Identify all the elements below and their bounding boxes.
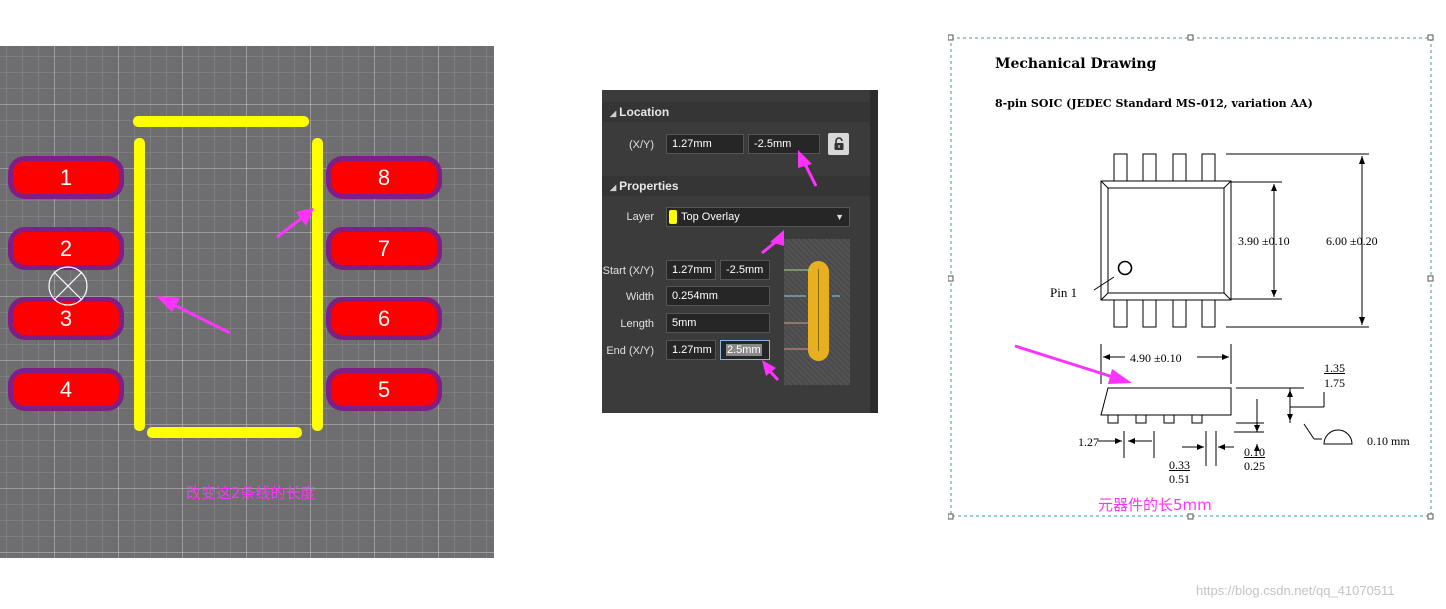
dim-pitch: 1.27 <box>1078 435 1099 449</box>
pcb-footprint-canvas[interactable]: 1 2 3 4 8 7 6 5 改变这2条线的长度 <box>0 46 494 558</box>
watermark: https://blog.csdn.net/qq_41070511 <box>1196 583 1395 598</box>
dim-height-min: 1.35 <box>1324 361 1345 375</box>
dim-standoff-max: 0.25 <box>1244 459 1265 473</box>
annotation-note: 改变这2条线的长度 <box>186 484 316 502</box>
drawing-title: Mechanical Drawing <box>995 56 1157 72</box>
mechanical-drawing[interactable]: Mechanical Drawing 8-pin SOIC (JEDEC Sta… <box>948 34 1436 520</box>
dim-lead-width-max: 0.51 <box>1169 472 1190 486</box>
dim-lead-width-min: 0.33 <box>1169 458 1190 472</box>
dim-body-width: 3.90 ±0.10 <box>1238 234 1290 248</box>
properties-panel: ◢ Location (X/Y) 1.27mm -2.5mm ◢ Propertie… <box>602 90 878 413</box>
dim-standoff-min: 0.10 <box>1244 445 1265 459</box>
dim-total-width: 6.00 ±0.20 <box>1326 234 1378 248</box>
panel-annotation-arrows <box>761 150 818 382</box>
dim-length: 4.90 ±0.10 <box>1130 351 1182 365</box>
pin1-label: Pin 1 <box>1050 285 1078 300</box>
dim-height-max: 1.75 <box>1324 376 1345 390</box>
drawing-subtitle: 8-pin SOIC (JEDEC Standard MS-012, varia… <box>995 97 1313 110</box>
drawing-annotation-note: 元器件的长5mm <box>1098 496 1212 514</box>
dim-coplanarity: 0.10 mm <box>1367 434 1410 448</box>
